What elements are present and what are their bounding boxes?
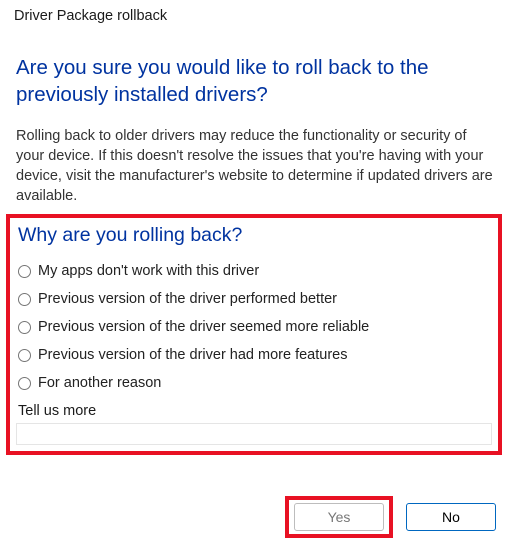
radio-input[interactable] <box>18 349 31 362</box>
radio-label: Previous version of the driver performed… <box>38 291 337 307</box>
radio-input[interactable] <box>18 293 31 306</box>
yes-button[interactable]: Yes <box>294 503 384 531</box>
radio-item-more-features[interactable]: Previous version of the driver had more … <box>18 347 492 363</box>
radio-input[interactable] <box>18 265 31 278</box>
survey-highlight-box: Why are you rolling back? My apps don't … <box>6 214 502 455</box>
yes-highlight-box: Yes <box>285 496 393 538</box>
dialog-content: Are you sure you would like to roll back… <box>0 32 512 455</box>
main-heading: Are you sure you would like to roll back… <box>16 54 496 108</box>
radio-item-more-reliable[interactable]: Previous version of the driver seemed mo… <box>18 319 492 335</box>
radio-list: My apps don't work with this driver Prev… <box>18 263 492 391</box>
radio-label: My apps don't work with this driver <box>38 263 259 279</box>
button-row: Yes No <box>285 503 496 531</box>
radio-item-apps-dont-work[interactable]: My apps don't work with this driver <box>18 263 492 279</box>
window-title: Driver Package rollback <box>0 0 512 32</box>
radio-label: Previous version of the driver had more … <box>38 347 347 363</box>
radio-item-another-reason[interactable]: For another reason <box>18 375 492 391</box>
radio-input[interactable] <box>18 321 31 334</box>
tell-more-label: Tell us more <box>18 403 492 419</box>
survey-heading: Why are you rolling back? <box>18 224 492 247</box>
radio-item-performed-better[interactable]: Previous version of the driver performed… <box>18 291 492 307</box>
no-button[interactable]: No <box>406 503 496 531</box>
radio-label: For another reason <box>38 375 161 391</box>
radio-input[interactable] <box>18 377 31 390</box>
tell-more-input[interactable] <box>16 423 492 445</box>
radio-label: Previous version of the driver seemed mo… <box>38 319 369 335</box>
warning-text: Rolling back to older drivers may reduce… <box>16 126 496 206</box>
